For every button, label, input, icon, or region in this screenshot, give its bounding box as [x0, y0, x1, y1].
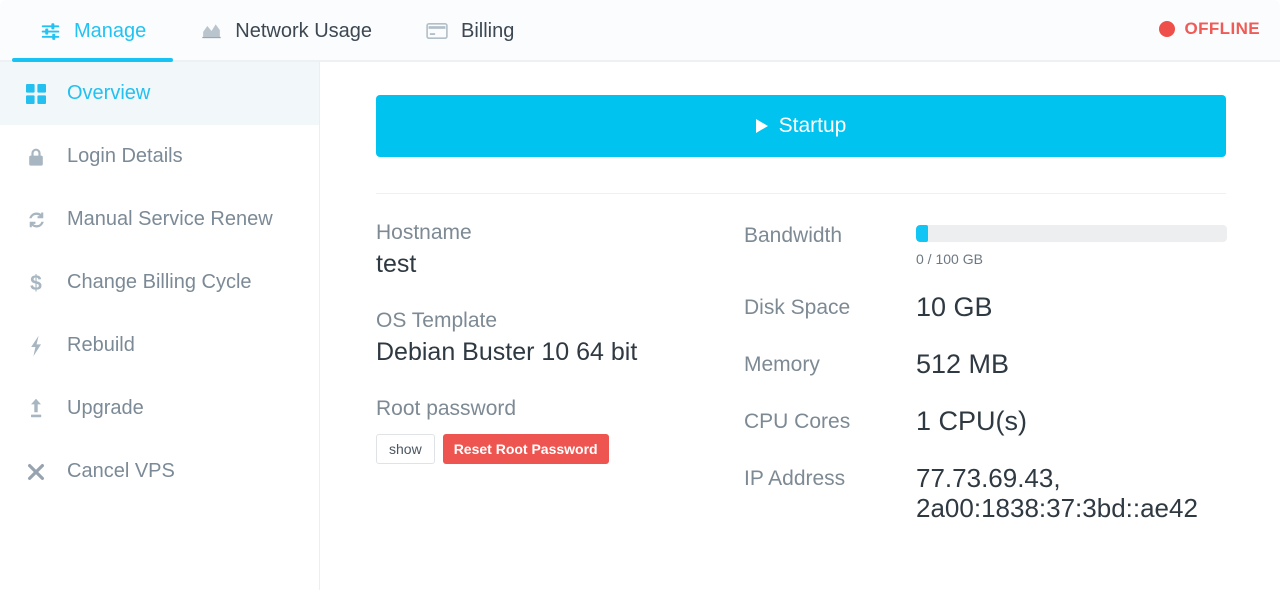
- sidebar-item-change-billing-cycle-label: Change Billing Cycle: [67, 271, 252, 293]
- spec-memory-label: Memory: [744, 352, 820, 376]
- svg-text:$: $: [30, 272, 42, 294]
- bolt-icon: [25, 335, 47, 357]
- spec-ip-address-value: 77.73.69.43, 2a00:1838:37:3bd::ae42: [916, 462, 1198, 524]
- vps-manage-page: Manage Network Usage Billing OFFLINE Ove…: [0, 0, 1280, 590]
- play-icon: [755, 119, 768, 133]
- sidebar-item-login-details[interactable]: Login Details: [0, 125, 319, 188]
- sidebar-item-rebuild[interactable]: Rebuild: [0, 314, 319, 377]
- close-x-icon: [25, 461, 47, 483]
- refresh-icon: [25, 209, 47, 231]
- tab-active-indicator: [12, 58, 174, 62]
- status-dot-icon: [1159, 21, 1176, 37]
- tab-billing[interactable]: Billing: [399, 0, 541, 62]
- bandwidth-fill: [916, 225, 929, 242]
- reset-root-password-button[interactable]: Reset Root Password: [442, 433, 609, 464]
- field-hostname-label: Hostname: [376, 221, 472, 244]
- spec-row-disk-space: Disk Space 10 GB: [744, 292, 1227, 324]
- sidebar-item-cancel-vps[interactable]: Cancel VPS: [0, 440, 319, 503]
- bandwidth-usage-text: 0 / 100 GB: [916, 251, 983, 267]
- spec-disk-space-value: 10 GB: [916, 292, 993, 322]
- sidebar-item-upgrade-label: Upgrade: [67, 397, 144, 419]
- content-divider: [376, 193, 1226, 194]
- bandwidth-track: [916, 225, 1227, 242]
- tab-manage-label: Manage: [74, 19, 147, 42]
- sidebar-item-login-details-label: Login Details: [67, 145, 183, 167]
- tab-network-usage[interactable]: Network Usage: [173, 0, 399, 62]
- field-os-template: OS Template Debian Buster 10 64 bit: [376, 308, 744, 369]
- info-grid: Hostname test OS Template Debian Buster …: [376, 220, 1227, 549]
- sidebar-item-manual-service-renew[interactable]: Manual Service Renew: [0, 188, 319, 251]
- spec-memory-value: 512 MB: [916, 348, 1010, 379]
- grid-icon: [25, 83, 47, 105]
- tab-manage[interactable]: Manage: [12, 0, 174, 62]
- field-hostname: Hostname test: [376, 220, 744, 281]
- tab-billing-label: Billing: [461, 19, 515, 42]
- details-column-right: Bandwidth 0 / 100 GB Disk Space 10 GB Me…: [744, 220, 1227, 549]
- lock-icon: [25, 146, 47, 168]
- status-badge: OFFLINE: [1159, 19, 1260, 39]
- sidebar-item-manual-service-renew-label: Manual Service Renew: [67, 208, 273, 230]
- sidebar-item-overview[interactable]: Overview: [0, 62, 319, 125]
- spec-row-ip-address: IP Address 77.73.69.43, 2a00:1838:37:3bd…: [744, 463, 1227, 524]
- field-os-template-value: Debian Buster 10 64 bit: [376, 338, 638, 366]
- sidebar-item-upgrade[interactable]: Upgrade: [0, 377, 319, 440]
- show-password-button[interactable]: show: [376, 433, 435, 464]
- startup-button[interactable]: Startup: [376, 95, 1226, 157]
- spec-ip-address-label: IP Address: [744, 466, 846, 490]
- bandwidth-meter: 0 / 100 GB: [916, 220, 1227, 267]
- status-label: OFFLINE: [1184, 19, 1260, 38]
- details-column-left: Hostname test OS Template Debian Buster …: [376, 220, 744, 549]
- area-chart-icon: [200, 20, 222, 42]
- spec-row-cpu-cores: CPU Cores 1 CPU(s): [744, 406, 1227, 438]
- field-root-password: Root password show Reset Root Password: [376, 396, 744, 464]
- top-tab-bar: Manage Network Usage Billing OFFLINE: [0, 0, 1280, 62]
- field-os-template-label: OS Template: [376, 308, 498, 332]
- spec-row-bandwidth: Bandwidth 0 / 100 GB: [744, 220, 1227, 267]
- page-body: Overview Login Details Manual Service Re…: [0, 62, 1280, 590]
- spec-bandwidth-label: Bandwidth: [744, 224, 843, 247]
- sidebar-item-overview-label: Overview: [67, 82, 151, 104]
- field-hostname-value: test: [376, 250, 417, 279]
- startup-button-label: Startup: [778, 114, 847, 137]
- sidebar-item-change-billing-cycle[interactable]: $ Change Billing Cycle: [0, 251, 319, 314]
- spec-row-memory: Memory 512 MB: [744, 349, 1227, 381]
- field-root-password-label: Root password: [376, 396, 517, 420]
- main-content: Startup Hostname test OS Template Debian…: [320, 62, 1280, 590]
- root-password-actions: show Reset Root Password: [376, 433, 744, 464]
- credit-card-icon: [426, 20, 448, 42]
- arrow-up-icon: [25, 398, 47, 420]
- sidebar-item-cancel-vps-label: Cancel VPS: [67, 460, 175, 482]
- spec-cpu-cores-label: CPU Cores: [744, 409, 851, 433]
- spec-cpu-cores-value: 1 CPU(s): [916, 405, 1028, 436]
- tab-network-usage-label: Network Usage: [235, 19, 372, 42]
- sidebar: Overview Login Details Manual Service Re…: [0, 62, 320, 590]
- sliders-icon: [39, 20, 61, 42]
- sidebar-item-rebuild-label: Rebuild: [67, 334, 135, 356]
- spec-disk-space-label: Disk Space: [744, 296, 851, 319]
- dollar-icon: $: [25, 272, 47, 294]
